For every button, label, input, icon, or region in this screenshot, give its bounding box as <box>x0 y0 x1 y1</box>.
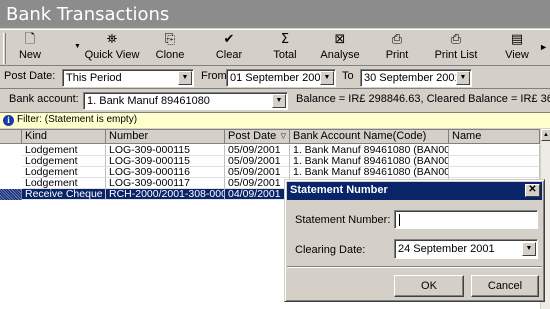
chevron-down-icon[interactable]: ▼ <box>178 71 192 85</box>
table-row[interactable]: Lodgement LOG-309-000116 05/09/2001 1. B… <box>0 167 540 178</box>
close-icon[interactable]: ✕ <box>525 184 540 197</box>
new-button[interactable]: 🗋 New <box>14 32 46 65</box>
from-date-select[interactable]: 01 September 2001 ▼ <box>226 69 336 87</box>
to-date-select[interactable]: 30 September 2001 ▼ <box>360 69 472 87</box>
analyse-icon: ⊠ <box>334 32 346 47</box>
toolbar: 🗋 New ▼ ⛯ Quick View ⎘ Clone ✔ Clear Σ T… <box>0 29 550 66</box>
chevron-down-icon[interactable]: ▼ <box>456 71 470 85</box>
sort-desc-icon: ▽ <box>280 133 286 140</box>
analyse-button[interactable]: ⊠ Analyse <box>318 32 362 65</box>
column-header-number[interactable]: Number <box>106 130 225 144</box>
new-dropdown-icon[interactable]: ▼ <box>74 43 81 50</box>
dialog-title-bar: Statement Number ✕ <box>287 182 542 200</box>
bank-account-select[interactable]: 1. Bank Manuf 89461080 ▼ <box>83 92 288 110</box>
to-label: To <box>342 70 354 82</box>
print-list-button[interactable]: ⎙ Print List <box>434 32 478 65</box>
info-icon: i <box>3 115 14 126</box>
quick-view-button[interactable]: ⛯ Quick View <box>83 32 141 65</box>
column-header-post-date[interactable]: Post Date ▽ <box>225 130 290 144</box>
from-label: From <box>201 70 227 82</box>
dialog-title: Statement Number <box>290 184 388 196</box>
post-date-label: Post Date: <box>4 70 56 82</box>
new-document-icon: 🗋 <box>24 32 36 47</box>
total-button[interactable]: Σ Total <box>268 32 302 65</box>
clearing-date-select[interactable]: 24 September 2001 ▼ <box>394 239 538 259</box>
text-caret <box>399 214 400 226</box>
post-date-row: Post Date: This Period ▼ From 01 Septemb… <box>0 67 550 89</box>
printer-icon: ⎙ <box>391 32 403 47</box>
ok-button[interactable]: OK <box>394 275 464 297</box>
chevron-down-icon[interactable]: ▼ <box>272 94 286 108</box>
view-icon: ▤ <box>510 32 524 47</box>
grid-header: Kind Number Post Date ▽ Bank Account Name… <box>0 130 540 144</box>
statement-number-dialog: Statement Number ✕ Statement Number: Cle… <box>284 179 545 302</box>
row-indicator <box>0 189 22 200</box>
toolbar-more-icon[interactable]: ► <box>539 42 548 52</box>
dialog-separator <box>287 266 542 268</box>
print-button[interactable]: ⎙ Print <box>380 32 414 65</box>
column-header-kind[interactable]: Kind <box>22 130 106 144</box>
table-row[interactable]: Lodgement LOG-309-000115 05/09/2001 1. B… <box>0 145 540 156</box>
cancel-button[interactable]: Cancel <box>471 275 539 297</box>
checkmark-icon: ✔ <box>223 32 235 47</box>
column-header-account[interactable]: Bank Account Name(Code) <box>290 130 449 144</box>
binoculars-icon: ⛯ <box>106 32 118 47</box>
table-row[interactable]: Lodgement LOG-309-000115 05/09/2001 1. B… <box>0 156 540 167</box>
chevron-down-icon[interactable]: ▼ <box>320 71 334 85</box>
clone-button[interactable]: ⎘ Clone <box>152 32 188 65</box>
print-list-icon: ⎙ <box>450 32 462 47</box>
bank-account-row: Bank account: 1. Bank Manuf 89461080 ▼ B… <box>0 90 550 112</box>
scroll-up-icon[interactable]: ▲ <box>541 129 550 141</box>
toolbar-grip[interactable] <box>3 33 6 64</box>
clear-button[interactable]: ✔ Clear <box>212 32 246 65</box>
view-button[interactable]: ▤ View <box>500 32 534 65</box>
clone-icon: ⎘ <box>164 32 176 47</box>
bank-account-label: Bank account: <box>9 93 79 105</box>
sigma-icon: Σ <box>280 32 290 47</box>
window-title: Bank Transactions <box>0 0 550 28</box>
filter-status-text: Filter: (Statement is empty) <box>17 114 138 125</box>
chevron-down-icon[interactable]: ▼ <box>522 242 536 256</box>
header-indicator <box>0 130 22 144</box>
statement-number-input[interactable] <box>394 210 538 229</box>
filter-status-bar: i Filter: (Statement is empty) <box>0 112 550 128</box>
statement-number-label: Statement Number: <box>295 214 391 226</box>
clearing-date-label: Clearing Date: <box>295 244 366 256</box>
column-header-name[interactable]: Name <box>449 130 540 144</box>
balance-text: Balance = IR£ 298846.63, Cleared Balance… <box>296 93 550 105</box>
post-date-select[interactable]: This Period ▼ <box>62 69 194 87</box>
